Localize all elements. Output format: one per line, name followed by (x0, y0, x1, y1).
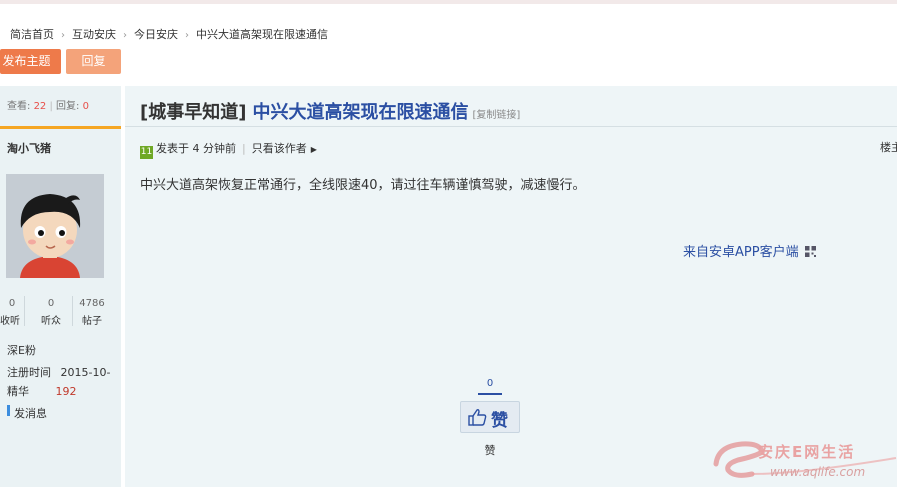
client-source[interactable]: 来自安卓APP客户端 (683, 241, 816, 260)
registration-label: 注册时间 (7, 366, 51, 379)
like-count: 0 (486, 378, 494, 389)
breadcrumb-forum[interactable]: 互动安庆 (72, 28, 116, 41)
listen-count: 0 (8, 298, 16, 309)
post-body: 中兴大道高架恢复正常通行，全线限速40，请过往车辆谨慎驾驶，减速慢行。 (140, 178, 586, 193)
count-divider (24, 296, 25, 326)
post-topic-label: 发布主题 (2, 54, 51, 68)
listen-label: 收听 (0, 316, 20, 327)
listen-count-block[interactable]: 0 收听 (0, 298, 22, 327)
listeners-count-block[interactable]: 0 听众 (38, 298, 64, 327)
post-meta: 11 发表于 4 分钟前 | 只看该作者 ▶ (140, 140, 317, 159)
breadcrumb-board[interactable]: 今日安庆 (134, 28, 178, 41)
breadcrumb-separator: › (123, 30, 127, 41)
breadcrumb-current[interactable]: 中兴大道高架现在限速通信 (196, 28, 328, 41)
reply-button[interactable]: 回复 (66, 49, 121, 74)
avatar[interactable] (6, 174, 104, 278)
post-title-area: [城事早知道] 中兴大道高架现在限速通信 [复制链接] (140, 98, 520, 124)
watermark-url: www.aqlife.com (770, 465, 866, 479)
thread-stats: 查看: 22 | 回复: 0 (7, 97, 89, 112)
send-message-link[interactable]: 发消息 (14, 405, 47, 421)
like-count-underline (478, 393, 502, 395)
meta-divider: | (242, 142, 246, 155)
title-divider (125, 126, 897, 127)
replies-count: 0 (82, 101, 89, 112)
registration-row: 注册时间 2015-10- (7, 364, 110, 380)
registration-value: 2015-10- (60, 366, 111, 379)
score-value: 192 (55, 385, 77, 398)
score-label: 精华 (7, 385, 29, 398)
listeners-label: 听众 (41, 316, 61, 327)
thumbs-up-icon (468, 409, 487, 426)
posts-count: 4786 (79, 298, 105, 309)
breadcrumb-home[interactable]: 简洁首页 (10, 28, 54, 41)
post-title: 中兴大道高架现在限速通信 (252, 102, 469, 123)
post-category[interactable]: [城事早知道] (140, 102, 246, 123)
replies-label: 回复: (56, 101, 80, 112)
user-group: 深E粉 (7, 344, 36, 357)
copy-link-button[interactable]: [复制链接] (472, 110, 520, 121)
client-source-label: 来自安卓APP客户端 (683, 245, 799, 260)
count-divider (72, 296, 73, 326)
posts-label: 帖子 (82, 316, 102, 327)
breadcrumb-separator: › (185, 30, 189, 41)
like-button-label: 赞 (491, 411, 508, 431)
qr-code-icon (804, 246, 816, 257)
breadcrumb-separator: › (61, 30, 65, 41)
watermark-text: 安庆E网生活 (758, 443, 856, 461)
avatar-illustration (6, 174, 104, 278)
like-button[interactable]: 赞 (460, 401, 520, 433)
posts-count-block[interactable]: 4786 帖子 (78, 298, 106, 327)
message-icon (7, 405, 10, 416)
listeners-count: 0 (47, 298, 55, 309)
arrow-right-icon: ▶ (310, 145, 317, 154)
views-count: 22 (33, 101, 47, 112)
score-row: 精华 192 (7, 383, 77, 399)
views-label: 查看: (7, 101, 31, 112)
post-topic-button[interactable]: 发布主题 (0, 49, 61, 74)
author-name[interactable]: 淘小飞猪 (7, 140, 51, 156)
breadcrumb: 简洁首页 › 互动安庆 › 今日安庆 › 中兴大道高架现在限速通信 (10, 26, 328, 42)
floor-label: 楼主 (880, 141, 897, 154)
only-author-link[interactable]: 只看该作者 (252, 142, 307, 155)
top-strip (0, 0, 897, 4)
level-badge-icon: 11 (140, 146, 153, 159)
like-caption: 赞 (484, 444, 496, 457)
stats-divider: | (49, 101, 53, 112)
sidebar-divider (0, 126, 121, 129)
post-time: 发表于 4 分钟前 (156, 142, 236, 155)
